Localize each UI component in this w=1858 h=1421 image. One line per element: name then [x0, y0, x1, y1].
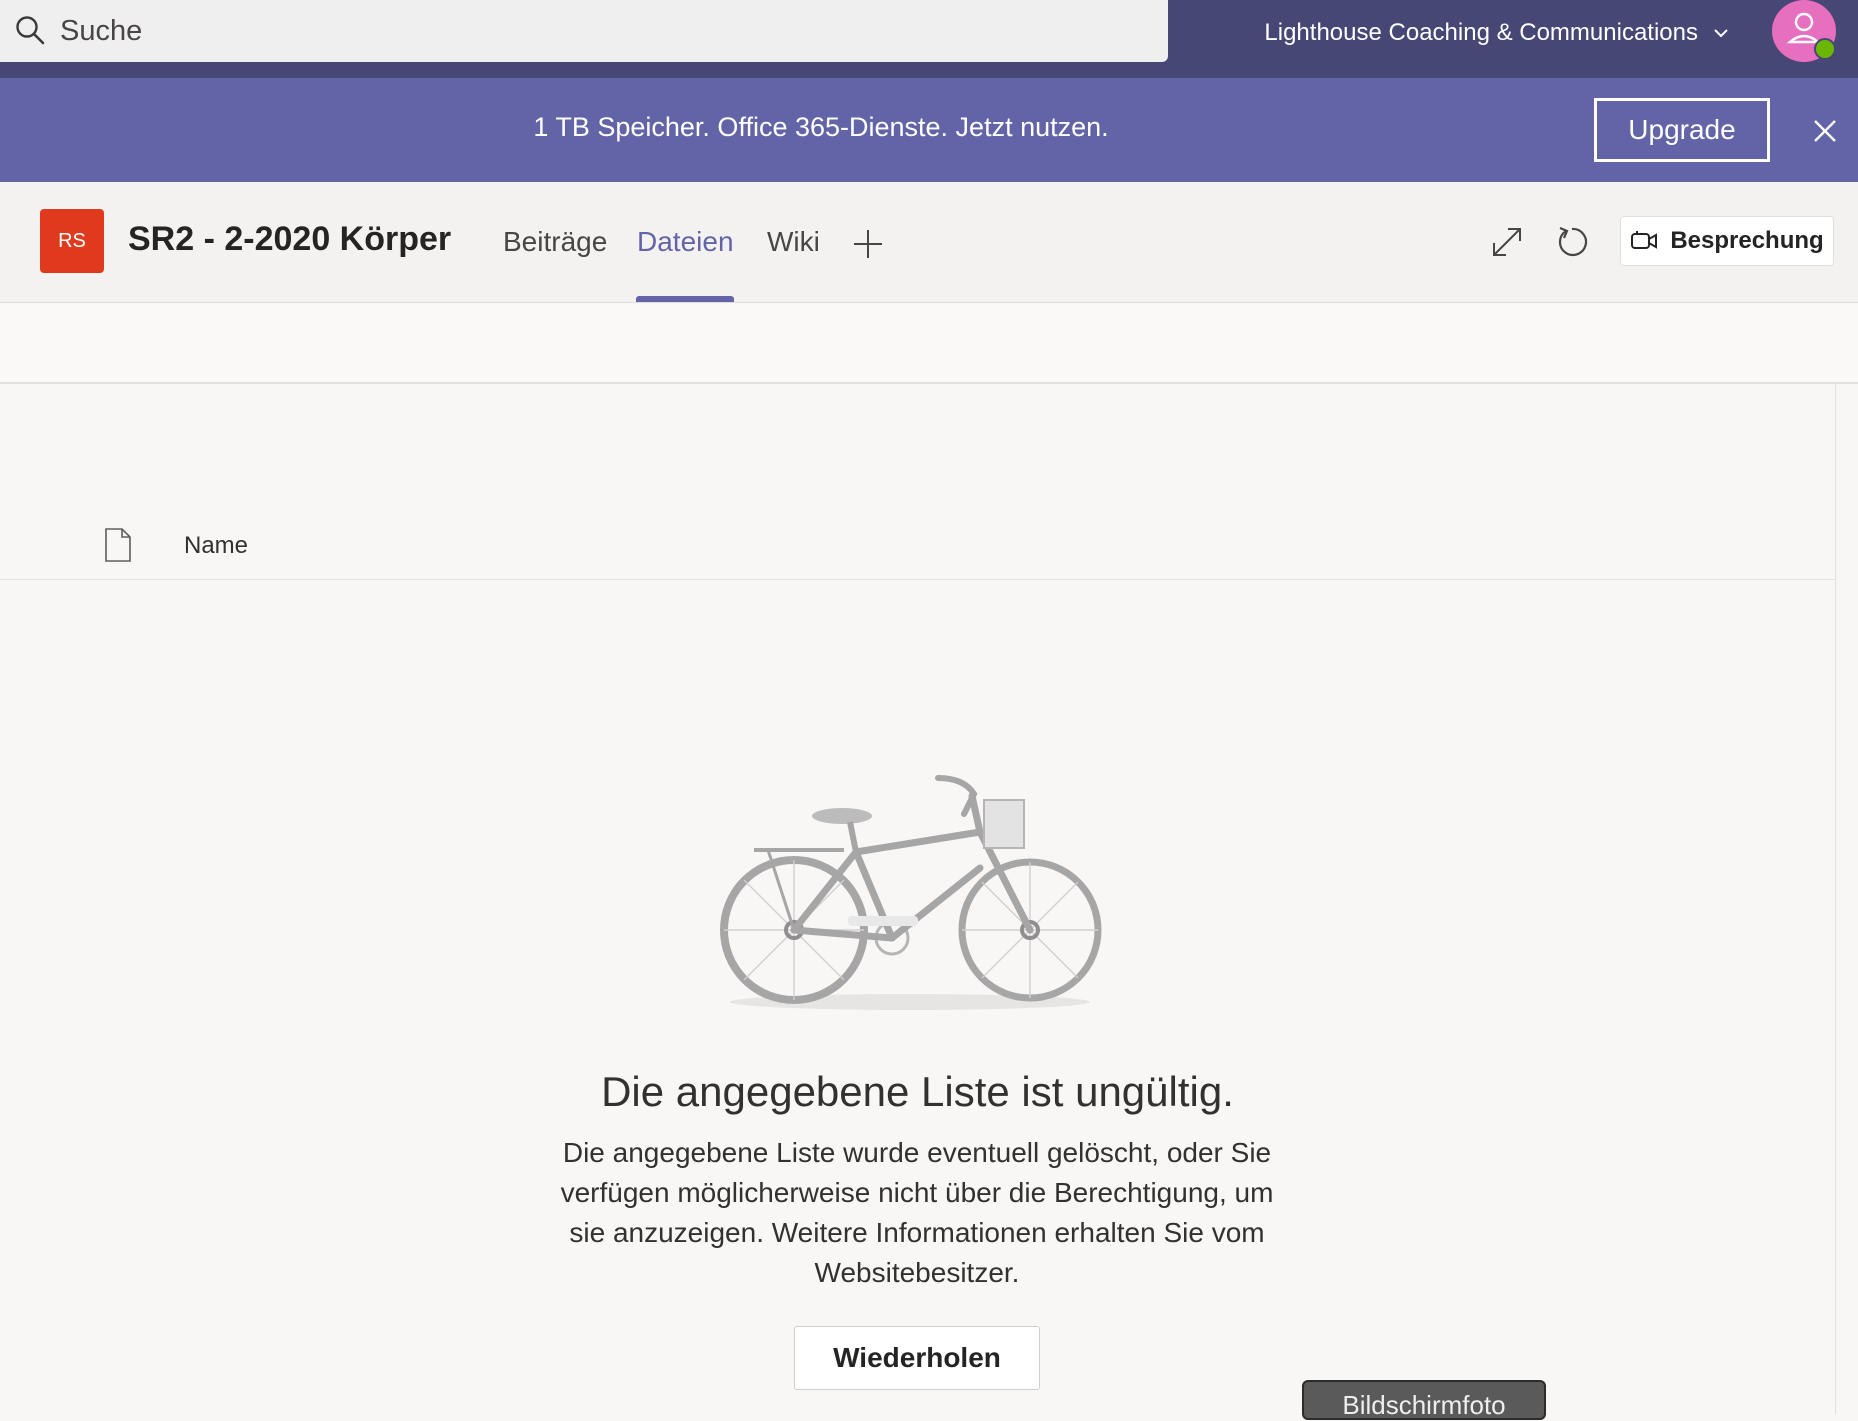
promo-banner: 1 TB Speicher. Office 365-Dienste. Jetzt…: [0, 78, 1858, 182]
tab-beitraege[interactable]: Beiträge: [503, 226, 607, 258]
file-icon[interactable]: [104, 528, 132, 562]
retry-button[interactable]: Wiederholen: [794, 1326, 1040, 1390]
org-name: Lighthouse Coaching & Communications: [1264, 19, 1698, 46]
search-box[interactable]: [0, 0, 1168, 62]
plus-icon[interactable]: [852, 228, 884, 260]
active-tab-indicator: [636, 296, 734, 302]
meeting-button-label: Besprechung: [1670, 227, 1824, 254]
video-camera-icon: [1631, 231, 1658, 249]
upgrade-button[interactable]: Upgrade: [1594, 98, 1770, 162]
reload-icon[interactable]: [1554, 224, 1590, 260]
close-icon[interactable]: [1810, 116, 1840, 146]
page-title: SR2 - 2-2020 Körper: [128, 220, 452, 258]
tab-dateien[interactable]: Dateien: [637, 226, 734, 258]
files-toolbar: [0, 304, 1858, 384]
chevron-down-icon: [1714, 29, 1728, 38]
scrollbar-track[interactable]: [1835, 384, 1836, 1414]
search-input[interactable]: [60, 9, 1140, 53]
team-avatar: RS: [40, 209, 104, 273]
file-list-header: [0, 520, 1835, 580]
tab-wiki[interactable]: Wiki: [767, 226, 820, 258]
search-icon: [16, 16, 45, 45]
meeting-button[interactable]: Besprechung: [1620, 216, 1834, 266]
column-header-name[interactable]: Name: [184, 532, 248, 560]
error-title: Die angegebene Liste ist ungültig.: [601, 1068, 1234, 1115]
error-description: Die angegebene Liste wurde eventuell gel…: [560, 1137, 1274, 1288]
presence-status-badge: [1814, 38, 1836, 60]
bicycle-illustration: [720, 775, 1102, 1010]
banner-text: 1 TB Speicher. Office 365-Dienste. Jetzt…: [533, 112, 1109, 142]
expand-icon[interactable]: [1490, 225, 1524, 259]
org-switcher[interactable]: Lighthouse Coaching & Communications: [1264, 16, 1730, 50]
screenshot-tooltip: Bildschirmfoto: [1302, 1380, 1546, 1420]
